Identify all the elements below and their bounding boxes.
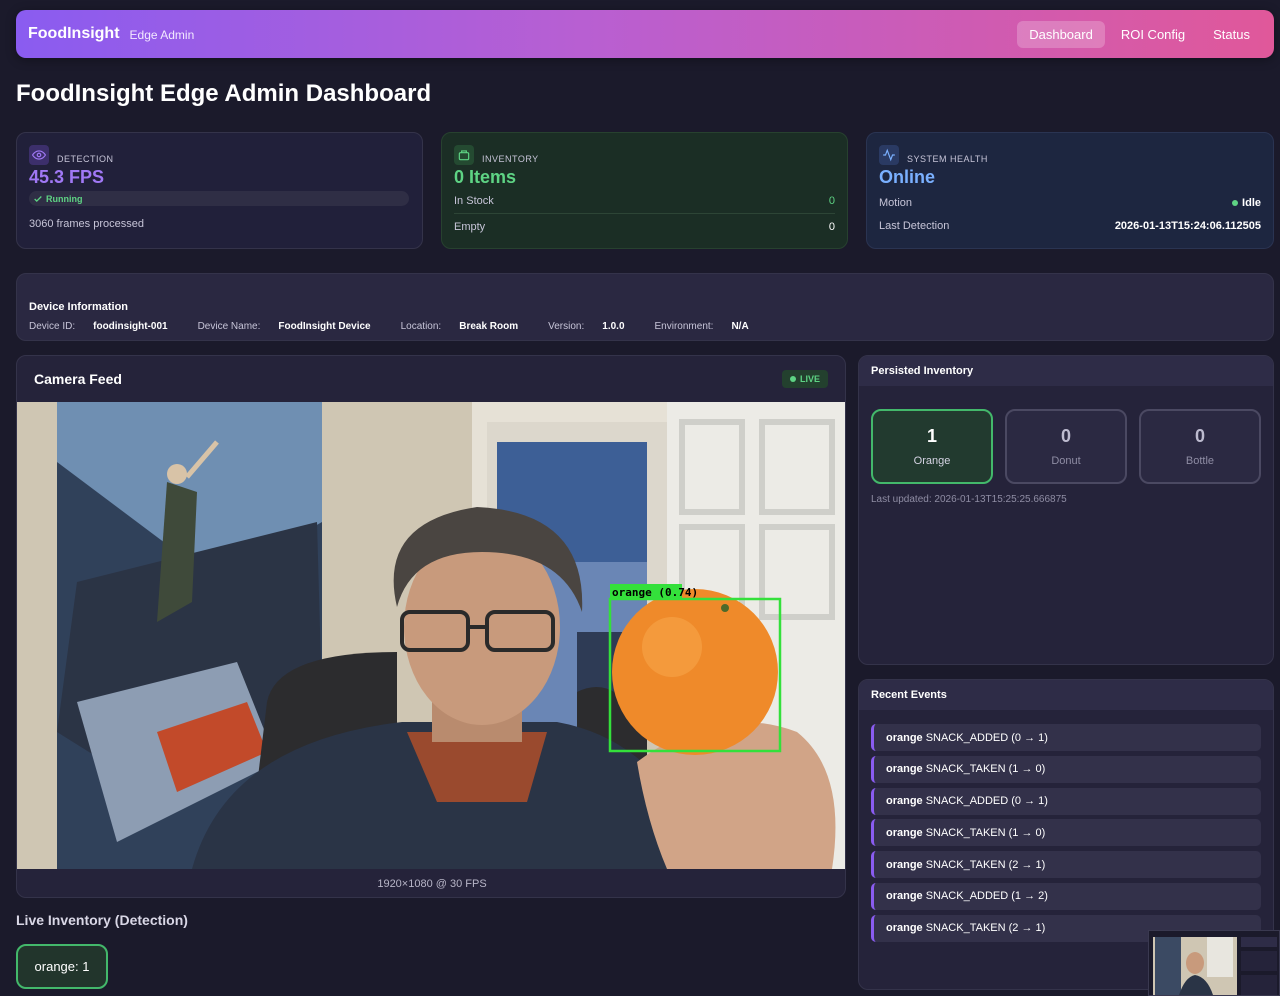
in-stock-key: In Stock: [454, 195, 494, 207]
detection-box-label: orange (0.74): [612, 586, 698, 599]
recent-events-title: Recent Events: [859, 680, 1273, 710]
camera-video[interactable]: orange (0.74): [17, 402, 845, 869]
package-icon: [454, 145, 474, 165]
activity-icon: [879, 145, 899, 165]
environment-key: Environment:: [654, 321, 714, 332]
tile-name: Bottle: [1185, 455, 1215, 467]
camera-feed-title: Camera Feed: [34, 371, 122, 387]
nav-links: Dashboard ROI Config Status: [1017, 20, 1262, 48]
location-key: Location:: [400, 321, 442, 332]
persisted-inventory-card: Persisted Inventory 1 Orange 0 Donut 0 B…: [858, 355, 1274, 665]
inventory-label: INVENTORY: [482, 154, 539, 164]
inventory-items: 0 Items: [454, 167, 517, 187]
last-updated: Last updated: 2026-01-13T15:25:25.666875: [871, 494, 1067, 505]
camera-feed-card: Camera Feed LIVE orange (0.74) 1920×1080…: [16, 355, 846, 898]
detection-label: DETECTION: [57, 154, 114, 164]
nav-link-roi-config[interactable]: ROI Config: [1109, 21, 1197, 48]
version-value: 1.0.0: [602, 321, 625, 332]
device-name-value: FoodInsight Device: [278, 321, 371, 332]
motion-row: Motion Idle: [879, 192, 1261, 215]
in-stock-row: In Stock 0: [454, 188, 835, 214]
detection-card: DETECTION 45.3 FPS Running 3060 frames p…: [16, 132, 423, 249]
device-id-key: Device ID:: [29, 321, 76, 332]
persisted-inventory-title: Persisted Inventory: [859, 356, 1273, 386]
empty-key: Empty: [454, 221, 486, 233]
preview-image: [1149, 931, 1279, 995]
live-badge: LIVE: [781, 370, 828, 388]
health-label: SYSTEM HEALTH: [907, 154, 988, 164]
empty-row: Empty 0: [454, 214, 835, 239]
device-name-key: Device Name:: [197, 321, 261, 332]
live-inventory-chip[interactable]: orange: 1: [16, 944, 108, 989]
motion-value: Idle: [1232, 197, 1261, 209]
brand-logo[interactable]: FoodInsight: [28, 25, 120, 43]
empty-value: 0: [828, 221, 835, 233]
health-status: Online: [879, 167, 936, 187]
event-item: orange SNACK_ADDED (0 → 1): [871, 787, 1261, 815]
nav-link-dashboard[interactable]: Dashboard: [1017, 20, 1105, 48]
brand-subtitle: Edge Admin: [129, 28, 195, 42]
system-health-card: SYSTEM HEALTH Online Motion Idle Last De…: [866, 132, 1274, 249]
tile-name: Orange: [913, 455, 951, 467]
last-detection-row: Last Detection 2026-01-13T15:24:06.11250…: [879, 215, 1261, 238]
camera-frame: orange (0.74): [17, 402, 845, 869]
nav-link-status[interactable]: Status: [1201, 21, 1262, 48]
tile-donut[interactable]: 0 Donut: [1005, 409, 1127, 484]
event-item: orange SNACK_TAKEN (2 → 1): [871, 851, 1261, 879]
eye-icon: [29, 145, 49, 165]
detection-fps: 45.3 FPS: [29, 167, 105, 187]
live-inventory-title: Live Inventory (Detection): [16, 912, 188, 928]
event-item: orange SNACK_TAKEN (1 → 0): [871, 819, 1261, 847]
device-info-card: Device Information Device ID: foodinsigh…: [16, 273, 1274, 341]
device-id-value: foodinsight-001: [93, 321, 168, 332]
page-title: FoodInsight Edge Admin Dashboard: [16, 80, 432, 107]
tile-name: Donut: [1051, 455, 1081, 467]
running-badge: Running: [33, 191, 83, 206]
running-label: Running: [46, 193, 83, 204]
inventory-card: INVENTORY 0 Items In Stock 0 Empty 0: [441, 132, 848, 249]
event-item: orange SNACK_ADDED (1 → 2): [871, 882, 1261, 910]
running-status-bar: Running: [29, 191, 409, 206]
inventory-tiles: 1 Orange 0 Donut 0 Bottle: [859, 386, 1273, 484]
environment-value: N/A: [731, 321, 749, 332]
tile-count: 0: [1194, 426, 1205, 446]
camera-resolution: 1920×1080 @ 30 FPS: [377, 878, 487, 890]
screen-preview-thumbnail[interactable]: [1148, 930, 1280, 996]
event-item: orange SNACK_TAKEN (1 → 0): [871, 755, 1261, 783]
device-fields: Device ID: foodinsight-001 Device Name: …: [29, 321, 1261, 332]
last-detection-value: 2026-01-13T15:24:06.112505: [1114, 220, 1261, 232]
live-dot: [789, 376, 796, 382]
version-key: Version:: [548, 321, 585, 332]
events-list[interactable]: orange SNACK_ADDED (0 → 1) orange SNACK_TA…: [859, 710, 1273, 963]
tile-bottle[interactable]: 0 Bottle: [1139, 409, 1261, 484]
location-value: Break Room: [459, 321, 519, 332]
frames-processed: 3060 frames processed: [29, 218, 144, 230]
event-item: orange SNACK_ADDED (0 → 1): [871, 724, 1261, 751]
last-detection-key: Last Detection: [879, 220, 950, 232]
check-icon: [34, 195, 42, 202]
tile-orange[interactable]: 1 Orange: [871, 409, 993, 484]
motion-key: Motion: [879, 197, 913, 209]
status-dot: [1232, 200, 1239, 207]
in-stock-value: 0: [828, 195, 835, 207]
tile-count: 0: [1060, 426, 1071, 446]
device-info-title: Device Information: [29, 301, 129, 313]
tile-count: 1: [926, 426, 937, 446]
top-navbar: FoodInsight Edge Admin Dashboard ROI Con…: [16, 10, 1274, 58]
